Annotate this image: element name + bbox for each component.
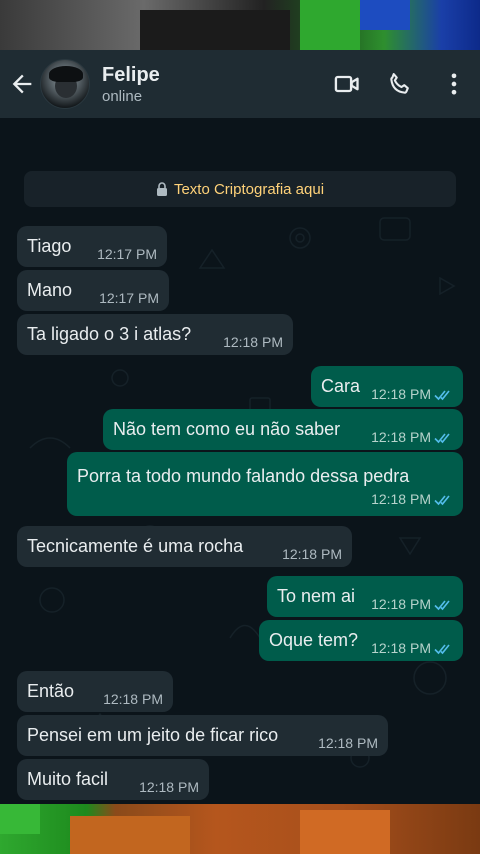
message-time: 12:18 PM [139,778,199,795]
message-bubble-outgoing[interactable]: Porra ta todo mundo falando dessa pedra … [67,452,463,516]
message-bubble-incoming[interactable]: Tiago 12:17 PM [17,226,167,267]
message-time: 12:18 PM [103,690,163,707]
message-time: 12:18 PM [223,333,283,350]
message-bubble-incoming[interactable]: Mano 12:17 PM [17,270,169,311]
message-text: Mano [27,280,73,300]
message-text: Pensei em um jeito de ficar rico [27,725,279,745]
message-time-label: 12:18 PM [371,595,431,612]
message-bubble-outgoing[interactable]: Não tem como eu não saber 12:18 PM [103,409,463,450]
double-check-icon [434,495,450,505]
message-time-label: 12:18 PM [371,428,431,445]
chat-area[interactable]: Texto Criptografia aqui Tiago 12:17 PM M… [0,118,480,804]
more-options-icon[interactable] [440,70,468,98]
message-bubble-outgoing[interactable]: Oque tem? 12:18 PM [259,620,463,661]
double-check-icon [434,644,450,654]
back-arrow-icon[interactable] [8,70,36,98]
encryption-notice[interactable]: Texto Criptografia aqui [24,171,456,207]
message-time-label: 12:18 PM [371,385,431,402]
message-bubble-outgoing[interactable]: To nem ai 12:18 PM [267,576,463,617]
message-time: 12:18 PM [371,372,453,402]
double-check-icon [434,600,450,610]
message-time: 12:17 PM [99,289,159,306]
message-text: Muito facil [27,769,109,789]
message-text: Oque tem? [269,630,359,650]
encryption-notice-text: Texto Criptografia aqui [173,180,325,198]
message-time: 12:18 PM [371,491,453,507]
message-bubble-incoming[interactable]: Pensei em um jeito de ficar rico 12:18 P… [17,715,388,756]
message-bubble-outgoing[interactable]: Cara 12:18 PM [311,366,463,407]
avatar[interactable] [40,59,90,109]
message-time: 12:17 PM [97,245,157,262]
phone-call-icon[interactable] [386,70,414,98]
message-time: 12:18 PM [371,582,453,612]
message-time: 12:18 PM [282,545,342,562]
message-text: Tiago [27,236,72,256]
message-time-label: 12:18 PM [371,639,431,656]
video-call-icon[interactable] [333,70,361,98]
message-text: Tecnicamente é uma rocha [27,536,244,556]
message-bubble-incoming[interactable]: Ta ligado o 3 i atlas? 12:18 PM [17,314,293,355]
message-time: 12:18 PM [371,626,453,656]
double-check-icon [434,433,450,443]
message-bubble-incoming[interactable]: Tecnicamente é uma rocha 12:18 PM [17,526,352,567]
message-bubble-incoming[interactable]: Então 12:18 PM [17,671,173,712]
message-text: Porra ta todo mundo falando dessa pedra [77,465,410,486]
top-video-strip [0,0,480,50]
message-text: Então [27,681,75,701]
lock-icon [156,182,167,196]
double-check-icon [434,390,450,400]
message-bubble-incoming[interactable]: Muito facil 12:18 PM [17,759,209,800]
message-text: Não tem como eu não saber [113,419,341,439]
contact-status: online [102,88,143,105]
message-time: 12:18 PM [371,415,453,445]
message-text: To nem ai [277,586,356,606]
bottom-video-strip [0,804,480,854]
message-text: Ta ligado o 3 i atlas? [27,324,192,344]
message-text: Cara [321,376,361,396]
chat-header: Felipe online [0,50,480,118]
contact-name[interactable]: Felipe [102,64,160,87]
message-time-label: 12:18 PM [371,490,431,507]
message-time: 12:18 PM [318,734,378,751]
